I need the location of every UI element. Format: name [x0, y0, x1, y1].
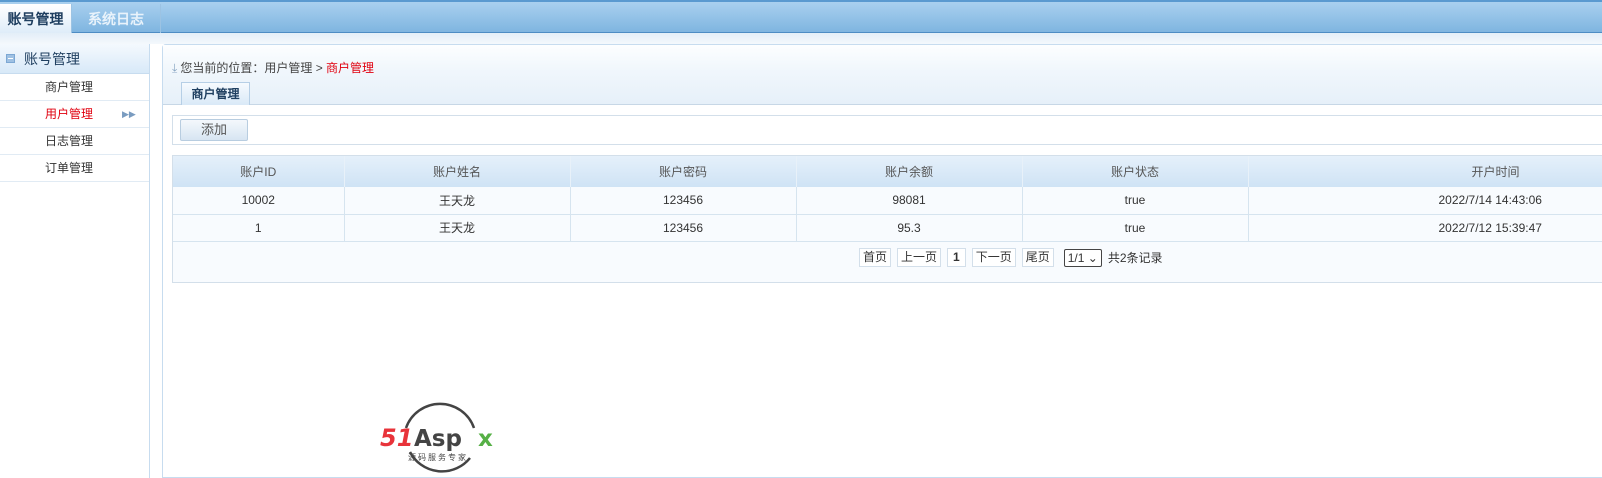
cell: 10002 — [173, 187, 345, 215]
cell: true — [1022, 187, 1249, 215]
svg-text:Asp: Asp — [414, 426, 462, 452]
logo-arc — [404, 402, 476, 429]
breadcrumb-bar: ⤓ 您当前的位置：用户管理 > 商户管理 商户管理 — [163, 45, 1602, 105]
toolbar: 添加 — [172, 115, 1602, 145]
breadcrumb: ⤓ 您当前的位置：用户管理 > 商户管理 — [172, 59, 374, 76]
cell: 123456 — [570, 187, 797, 215]
next-page-button[interactable]: 下一页 — [971, 248, 1016, 267]
data-table: 账户ID 账户姓名 账户密码 账户余额 账户状态 开户时间 10002 王天龙 … — [173, 156, 1602, 242]
collapse-icon[interactable] — [6, 54, 15, 63]
last-page-button[interactable]: 尾页 — [1021, 248, 1054, 267]
cell: 2022/7/14 14:43:06 — [1248, 187, 1602, 215]
column-header: 账户姓名 — [344, 156, 571, 187]
brand-logo: 51 Asp x 源码服务专家 — [380, 402, 493, 473]
sidebar-title: 账号管理 — [24, 51, 80, 67]
top-nav: 账号管理 系统日志 — [0, 0, 1602, 35]
column-header: 账户状态 — [1022, 156, 1249, 187]
breadcrumb-separator: > — [315, 61, 323, 75]
tab-system-log[interactable]: 系统日志 — [72, 4, 161, 35]
cell: true — [1022, 214, 1249, 242]
chevron-down-icon: ⌄ — [1087, 250, 1098, 265]
breadcrumb-parent: 用户管理 — [264, 61, 313, 75]
tab-account-management[interactable]: 账号管理 — [0, 4, 72, 35]
sidebar-item-label: 用户管理 — [45, 107, 94, 121]
prev-page-button[interactable]: 上一页 — [897, 248, 942, 267]
cell: 2022/7/12 15:39:47 — [1248, 214, 1602, 242]
breadcrumb-current: 商户管理 — [326, 61, 375, 75]
divider — [0, 33, 1602, 44]
table-row[interactable]: 1 王天龙 123456 95.3 true 2022/7/12 15:39:4… — [173, 214, 1602, 242]
page-select[interactable]: 1/1 ⌄ — [1063, 248, 1102, 267]
cell: 123456 — [570, 214, 797, 242]
column-header: 开户时间 — [1248, 156, 1602, 187]
column-header: 账户密码 — [570, 156, 797, 187]
tab-merchant-management[interactable]: 商户管理 — [181, 82, 250, 105]
cell: 王天龙 — [344, 214, 571, 242]
column-header: 账户ID — [173, 156, 345, 187]
cell: 1 — [173, 214, 345, 242]
sidebar-item-order[interactable]: 订单管理 — [0, 155, 149, 182]
sidebar-item-log[interactable]: 日志管理 — [0, 128, 149, 155]
cell: 王天龙 — [344, 187, 571, 215]
cell: 95.3 — [796, 214, 1023, 242]
column-header: 账户余额 — [796, 156, 1023, 187]
sidebar-item-label: 商户管理 — [45, 80, 94, 94]
svg-text:源码服务专家: 源码服务专家 — [408, 452, 468, 462]
download-icon: ⤓ — [172, 61, 178, 75]
sidebar-item-label: 订单管理 — [45, 161, 94, 175]
svg-text:51: 51 — [380, 424, 413, 452]
pagination: 首页 上一页 1 下一页 尾页 1/1 ⌄ 共2条记录 — [859, 248, 1163, 267]
page-select-value: 1/1 — [1067, 250, 1085, 265]
sidebar-header[interactable]: 账号管理 — [0, 44, 149, 74]
first-page-button[interactable]: 首页 — [859, 248, 892, 267]
svg-text:x: x — [478, 426, 493, 452]
sidebar-item-user[interactable]: 用户管理 ▶▶ — [0, 101, 149, 128]
table-row[interactable]: 10002 王天龙 123456 98081 true 2022/7/14 14… — [173, 187, 1602, 215]
sidebar-item-label: 日志管理 — [45, 134, 94, 148]
sidebar: 账号管理 商户管理 用户管理 ▶▶ 日志管理 订单管理 — [0, 44, 150, 478]
table-header-row: 账户ID 账户姓名 账户密码 账户余额 账户状态 开户时间 — [173, 156, 1602, 187]
cell: 98081 — [796, 187, 1023, 215]
sidebar-item-merchant[interactable]: 商户管理 — [0, 74, 149, 101]
add-button[interactable]: 添加 — [180, 119, 248, 141]
record-count: 共2条记录 — [1107, 251, 1163, 265]
breadcrumb-prefix: 您当前的位置： — [180, 61, 265, 75]
data-table-container: 账户ID 账户姓名 账户密码 账户余额 账户状态 开户时间 10002 王天龙 … — [172, 155, 1602, 283]
page-number-button[interactable]: 1 — [947, 248, 966, 267]
active-arrow-icon: ▶▶ — [122, 109, 136, 119]
